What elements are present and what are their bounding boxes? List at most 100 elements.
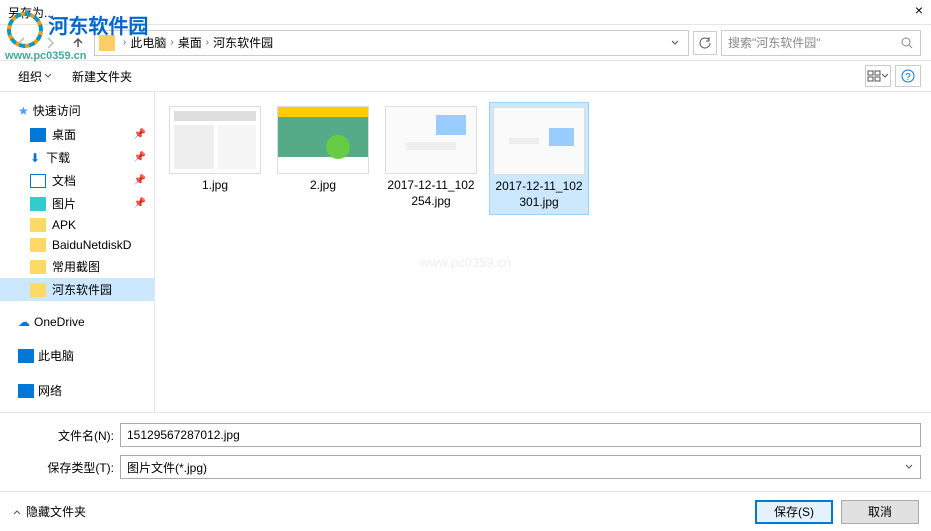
sidebar-item-label: 图片 (52, 195, 76, 212)
chevron-right-icon: › (166, 37, 177, 48)
sidebar: ★ 快速访问 桌面 📌 ⬇ 下载 📌 文档 📌 图片 📌 APK (0, 92, 155, 412)
file-item[interactable]: 2017-12-11_102301.jpg (489, 102, 589, 215)
breadcrumb-item[interactable]: 河东软件园 (213, 34, 273, 51)
sidebar-thispc[interactable]: 此电脑 (0, 343, 154, 368)
network-icon (18, 384, 34, 398)
file-list-pane[interactable]: 1.jpg 2.jpg 2017-12-11_102254.jpg 2017-1… (155, 92, 931, 412)
pictures-icon (30, 197, 46, 211)
breadcrumb[interactable]: › 此电脑 › 桌面 › 河东软件园 (94, 30, 689, 56)
file-name: 1.jpg (202, 178, 228, 194)
view-mode-button[interactable] (865, 65, 891, 87)
form-area: 文件名(N): 保存类型(T): 图片文件(*.jpg) (0, 412, 931, 491)
folder-icon (30, 218, 46, 232)
breadcrumb-dropdown[interactable] (666, 38, 684, 48)
refresh-icon (698, 36, 712, 50)
pin-icon: 📌 (134, 152, 146, 163)
filename-input[interactable] (120, 423, 921, 447)
pc-icon (18, 349, 34, 363)
onedrive-icon: ☁ (18, 315, 30, 329)
file-thumbnail (385, 106, 477, 174)
chevron-down-icon (881, 72, 889, 80)
file-name: 2017-12-11_102254.jpg (385, 178, 477, 209)
filetype-label: 保存类型(T): (10, 459, 120, 476)
nav-back-button[interactable] (10, 31, 34, 55)
sidebar-onedrive[interactable]: ☁ OneDrive (0, 311, 154, 333)
sidebar-item-baidu[interactable]: BaiduNetdiskD (0, 235, 154, 255)
chevron-down-icon (904, 462, 914, 472)
chevron-right-icon: › (202, 37, 213, 48)
sidebar-item-label: APK (52, 218, 76, 232)
sidebar-item-documents[interactable]: 文档 📌 (0, 169, 154, 192)
pin-icon: 📌 (134, 198, 146, 209)
document-icon (30, 174, 46, 188)
sidebar-group-label: OneDrive (34, 315, 85, 329)
save-button[interactable]: 保存(S) (755, 500, 833, 524)
nav-forward-button[interactable] (38, 31, 62, 55)
breadcrumb-root[interactable]: 此电脑 (130, 34, 166, 51)
sidebar-item-label: BaiduNetdiskD (52, 238, 131, 252)
download-icon: ⬇ (30, 151, 40, 165)
address-bar: › 此电脑 › 桌面 › 河东软件园 搜索"河东软件园" (0, 25, 931, 60)
sidebar-group-label: 快速访问 (33, 102, 81, 119)
chevron-down-icon (670, 38, 680, 48)
folder-icon (99, 35, 115, 51)
folder-icon (30, 283, 46, 297)
arrow-right-icon (42, 35, 58, 51)
file-thumbnail (493, 107, 585, 175)
sidebar-item-label: 下载 (46, 149, 70, 166)
sidebar-item-downloads[interactable]: ⬇ 下载 📌 (0, 146, 154, 169)
sidebar-item-hedong[interactable]: 河东软件园 (0, 278, 154, 301)
filename-label: 文件名(N): (10, 427, 120, 444)
search-input[interactable]: 搜索"河东软件园" (721, 30, 921, 56)
sidebar-item-pictures[interactable]: 图片 📌 (0, 192, 154, 215)
svg-text:?: ? (905, 72, 911, 83)
folder-icon (30, 260, 46, 274)
sidebar-network[interactable]: 网络 (0, 378, 154, 403)
breadcrumb-item[interactable]: 桌面 (178, 34, 202, 51)
chevron-right-icon: › (119, 37, 130, 48)
chevron-up-icon (12, 507, 22, 517)
sidebar-quick-access[interactable]: ★ 快速访问 (0, 98, 154, 123)
sidebar-group-label: 网络 (38, 382, 62, 399)
filetype-select[interactable]: 图片文件(*.jpg) (120, 455, 921, 479)
pin-icon: 📌 (134, 129, 146, 140)
star-icon: ★ (18, 104, 29, 118)
hide-folders-label: 隐藏文件夹 (26, 503, 86, 520)
sidebar-item-label: 桌面 (52, 126, 76, 143)
sidebar-item-desktop[interactable]: 桌面 📌 (0, 123, 154, 146)
save-button-label: 保存(S) (774, 503, 814, 520)
arrow-up-icon (70, 35, 86, 51)
nav-up-button[interactable] (66, 31, 90, 55)
file-name: 2.jpg (310, 178, 336, 194)
hide-folders-toggle[interactable]: 隐藏文件夹 (12, 503, 86, 520)
file-item[interactable]: 2017-12-11_102254.jpg (381, 102, 481, 215)
refresh-button[interactable] (693, 31, 717, 55)
file-item[interactable]: 2.jpg (273, 102, 373, 215)
help-button[interactable]: ? (895, 65, 921, 87)
help-icon: ? (901, 69, 915, 83)
file-name: 2017-12-11_102301.jpg (494, 179, 584, 210)
bottom-bar: 隐藏文件夹 保存(S) 取消 (0, 491, 931, 531)
window-title: 另存为... (8, 4, 54, 21)
chevron-down-icon (44, 72, 52, 80)
pin-icon: 📌 (134, 175, 146, 186)
organize-button[interactable]: 组织 (10, 64, 60, 89)
file-thumbnail (277, 106, 369, 174)
file-thumbnail (169, 106, 261, 174)
close-button[interactable]: × (915, 2, 923, 18)
cancel-button-label: 取消 (868, 503, 892, 520)
view-icon (867, 70, 881, 82)
window-titlebar: 另存为... × (0, 0, 931, 25)
new-folder-label: 新建文件夹 (72, 68, 132, 85)
desktop-icon (30, 128, 46, 142)
organize-label: 组织 (18, 68, 42, 85)
cancel-button[interactable]: 取消 (841, 500, 919, 524)
file-item[interactable]: 1.jpg (165, 102, 265, 215)
main-area: ★ 快速访问 桌面 📌 ⬇ 下载 📌 文档 📌 图片 📌 APK (0, 92, 931, 412)
new-folder-button[interactable]: 新建文件夹 (64, 64, 140, 89)
sidebar-item-screenshots[interactable]: 常用截图 (0, 255, 154, 278)
folder-icon (30, 238, 46, 252)
sidebar-item-apk[interactable]: APK (0, 215, 154, 235)
sidebar-item-label: 文档 (52, 172, 76, 189)
arrow-left-icon (14, 35, 30, 51)
